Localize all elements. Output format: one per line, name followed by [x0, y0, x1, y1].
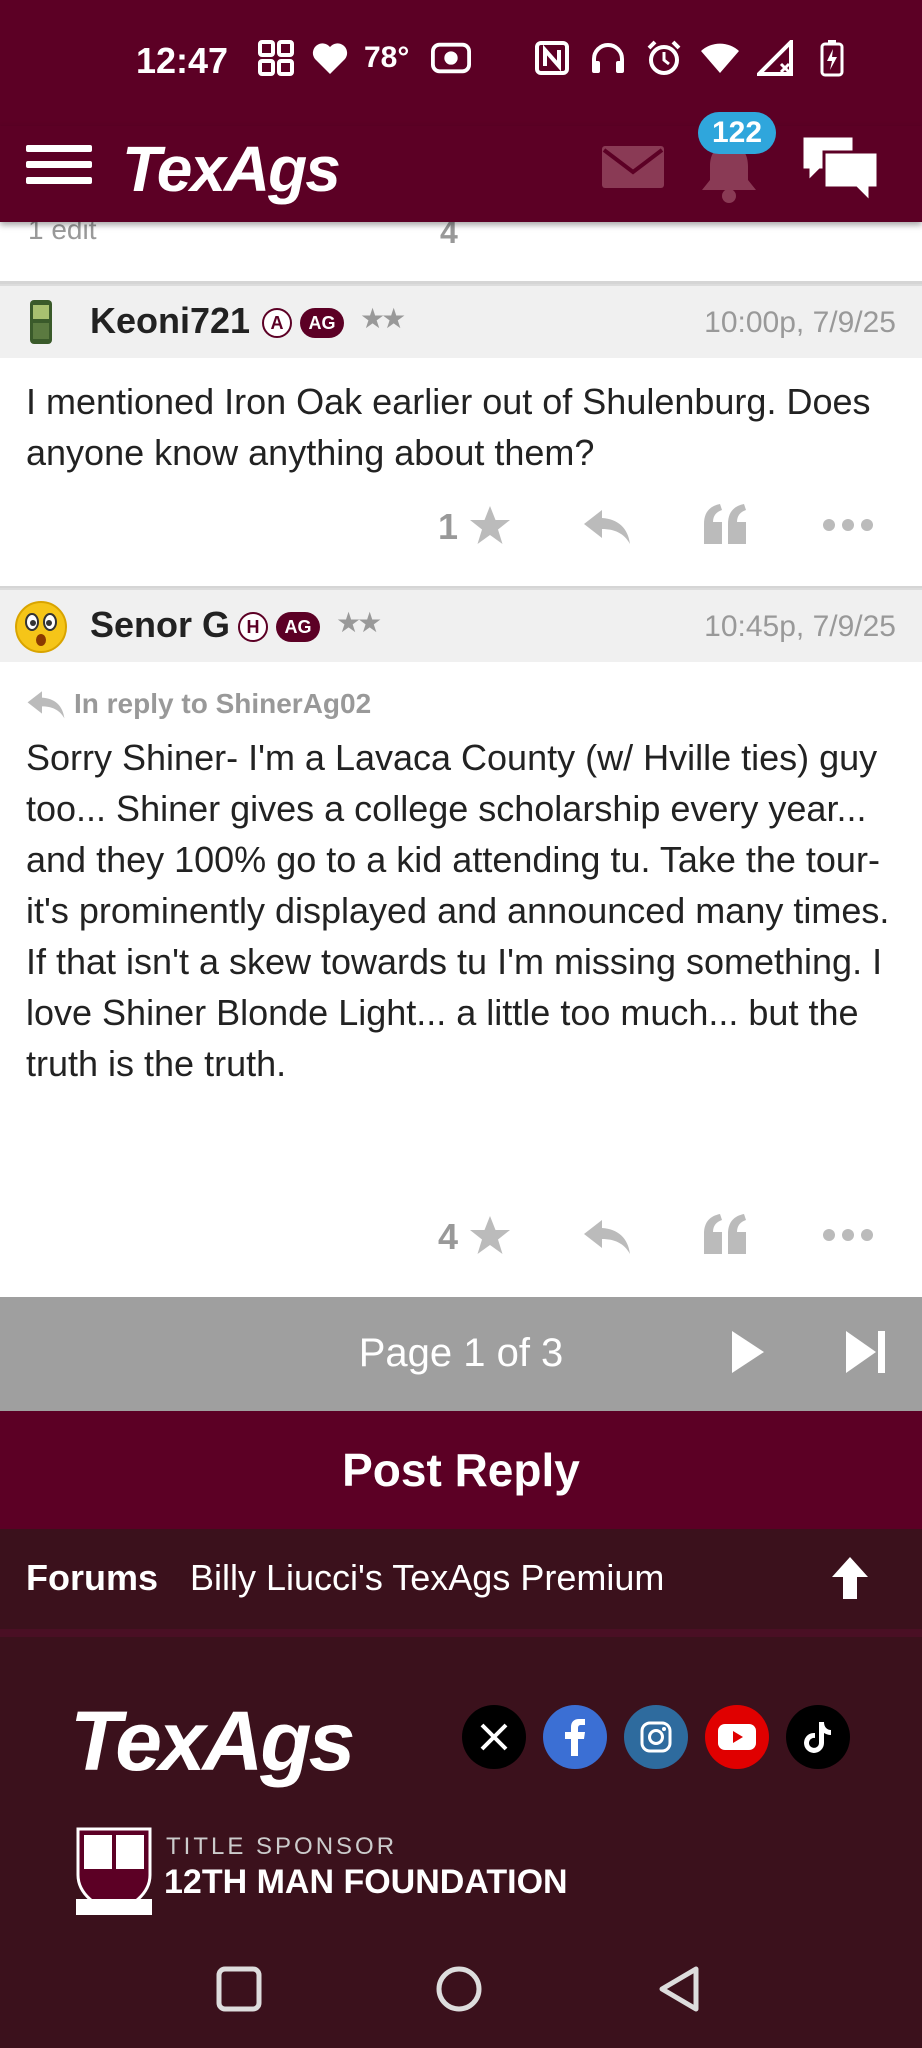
in-reply-to[interactable]: In reply to ShinerAg02 — [26, 688, 371, 720]
alarm-icon — [644, 38, 684, 78]
tiktok-icon[interactable] — [786, 1705, 850, 1769]
back-icon[interactable] — [654, 1964, 704, 2014]
youtube-icon[interactable] — [705, 1705, 769, 1769]
post-header: Keoni721 A AG ★★ 10:00p, 7/9/25 — [0, 284, 922, 358]
edit-note: 1 edit — [28, 222, 97, 245]
ag-badge: AG — [300, 308, 344, 338]
instagram-icon[interactable] — [624, 1705, 688, 1769]
12th-man-foundation-logo — [76, 1827, 152, 1915]
mail-icon[interactable] — [600, 142, 666, 192]
home-icon[interactable] — [434, 1964, 484, 2014]
rank-badge: H — [238, 612, 268, 642]
avatar[interactable] — [14, 296, 68, 350]
rank-badge: A — [262, 308, 292, 338]
star-count: 4 — [438, 1216, 459, 1257]
post-actions: 4 — [0, 1210, 922, 1270]
recents-icon[interactable] — [214, 1964, 264, 2014]
chat-icon[interactable] — [798, 130, 882, 206]
footer-logo[interactable]: TexAgs — [70, 1693, 355, 1790]
x-icon[interactable] — [462, 1705, 526, 1769]
battery-icon — [812, 38, 852, 78]
site-footer: TexAgs TITLE SPONSOR 12TH MAN FOUNDATION — [0, 1629, 922, 1930]
star-icon[interactable] — [468, 504, 512, 548]
quote-icon[interactable] — [702, 1212, 748, 1256]
facebook-icon[interactable] — [543, 1705, 607, 1769]
avatar[interactable] — [14, 600, 68, 654]
menu-icon[interactable] — [26, 136, 92, 202]
reply-icon[interactable] — [582, 1216, 632, 1256]
post-timestamp: 10:45p, 7/9/25 — [704, 610, 896, 643]
pagination-bar: Page 1 of 3 — [0, 1297, 922, 1411]
post-header: Senor G H AG ★★ 10:45p, 7/9/25 — [0, 588, 922, 662]
reply-icon[interactable] — [582, 506, 632, 546]
social-links — [462, 1705, 850, 1769]
status-right-icons — [532, 38, 852, 78]
post-timestamp: 10:00p, 7/9/25 — [704, 306, 896, 339]
nfc-icon — [532, 38, 572, 78]
ag-badge: AG — [276, 612, 320, 642]
scroll-top-icon[interactable] — [830, 1553, 870, 1603]
username[interactable]: Senor G — [90, 604, 230, 646]
post-body: I mentioned Iron Oak earlier out of Shul… — [26, 381, 871, 473]
wifi-icon — [700, 38, 740, 78]
signal-icon — [756, 38, 796, 78]
site-logo[interactable]: TexAgs — [122, 132, 341, 206]
last-page-icon[interactable] — [842, 1327, 888, 1377]
star-icon[interactable] — [468, 1214, 512, 1258]
reply-arrow-icon — [27, 691, 65, 719]
page-indicator[interactable]: Page 1 of 3 — [0, 1331, 922, 1376]
status-left-icons: 78° — [256, 38, 472, 78]
star-count: 1 — [438, 506, 459, 547]
user-stars: ★★ — [360, 303, 406, 334]
system-nav-bar — [0, 1930, 922, 2048]
status-temperature: 78° — [364, 41, 410, 74]
status-time: 12:47 — [136, 40, 229, 81]
star-count: 4 — [440, 222, 458, 250]
radio-icon — [431, 38, 472, 78]
headphones-icon — [588, 38, 628, 78]
sponsor-name[interactable]: 12TH MAN FOUNDATION — [164, 1863, 568, 1902]
breadcrumb: Forums Billy Liucci's TexAgs Premium — [0, 1529, 922, 1629]
sponsor-label: TITLE SPONSOR — [166, 1833, 398, 1860]
app-header: TexAgs 122 — [0, 112, 922, 222]
user-stars: ★★ — [336, 607, 382, 638]
post-reply-button[interactable]: Post Reply — [0, 1411, 922, 1529]
post-actions: 1 — [0, 500, 922, 560]
next-page-icon[interactable] — [728, 1327, 768, 1377]
status-bar: 12:47 78° — [0, 0, 922, 126]
more-icon[interactable] — [822, 518, 874, 532]
post-body: Sorry Shiner- I'm a Lavaca County (w/ Hv… — [26, 737, 890, 1084]
breadcrumb-forums[interactable]: Forums — [26, 1557, 158, 1599]
heart-icon — [310, 38, 350, 78]
in-reply-to-label: In reply to ShinerAg02 — [74, 688, 372, 719]
breadcrumb-board[interactable]: Billy Liucci's TexAgs Premium — [190, 1557, 664, 1599]
username[interactable]: Keoni721 — [90, 300, 250, 342]
more-icon[interactable] — [822, 1228, 874, 1242]
grid-icon — [256, 38, 296, 78]
previous-post-footer: 1 edit 4 — [0, 222, 922, 284]
notification-badge[interactable]: 122 — [698, 112, 777, 154]
quote-icon[interactable] — [702, 502, 748, 546]
